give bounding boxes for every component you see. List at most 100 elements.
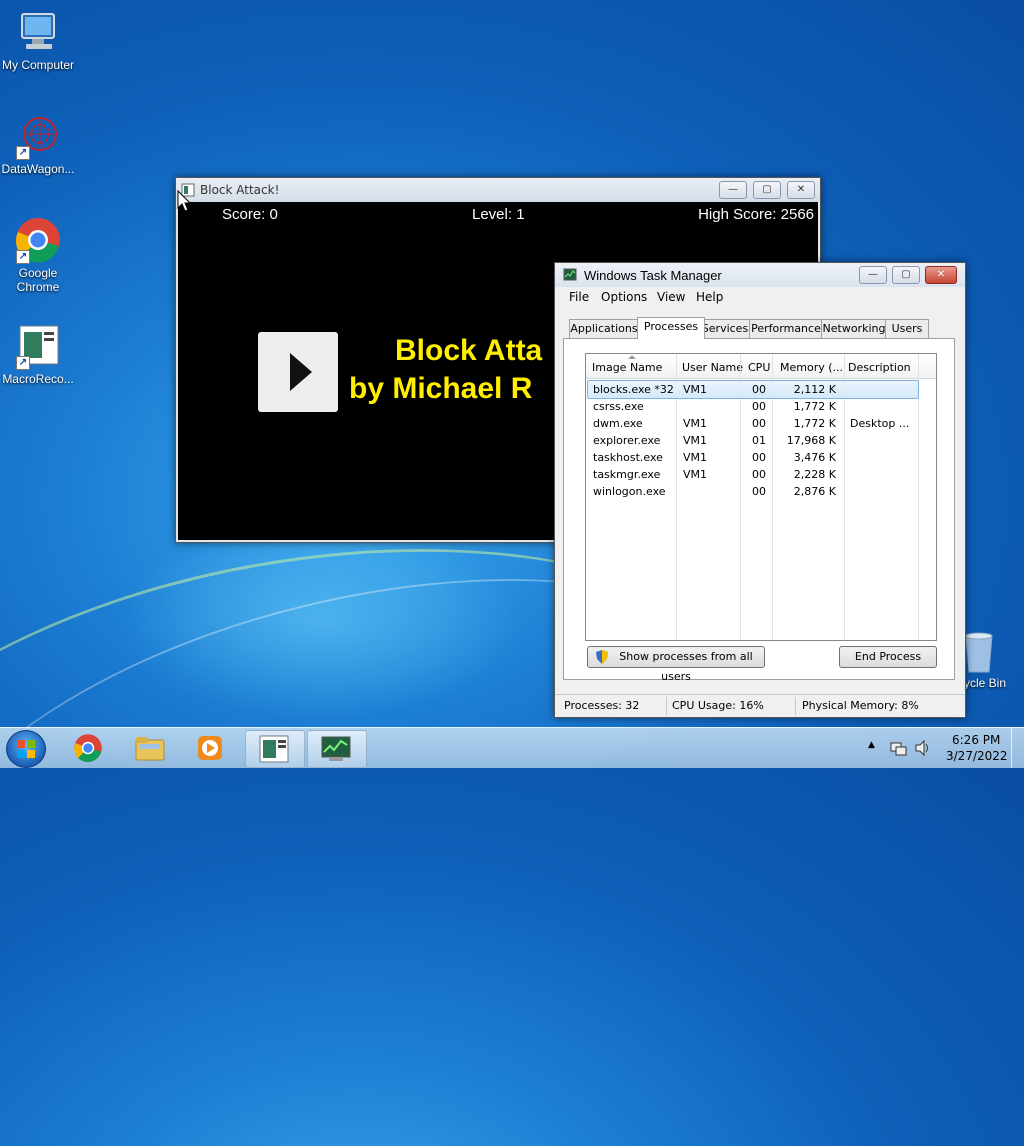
tray-expand-icon[interactable]: ▲ — [868, 740, 875, 750]
cell-user: VM1 — [683, 468, 708, 481]
close-button[interactable]: ✕ — [925, 266, 957, 284]
menu-options[interactable]: Options — [601, 290, 647, 304]
cell-image: csrss.exe — [593, 400, 644, 413]
column-image-name[interactable]: Image Name — [592, 361, 662, 374]
desktop-icon-label: MacroReco... — [2, 372, 74, 386]
block-attack-titlebar[interactable]: Block Attack! — ▢ ✕ — [176, 178, 820, 202]
cell-image: explorer.exe — [593, 434, 661, 447]
tab-processes[interactable]: Processes — [637, 317, 705, 339]
status-bar: Processes: 32 CPU Usage: 16% Physical Me… — [555, 694, 965, 717]
cell-cpu: 00 — [752, 417, 766, 430]
column-description[interactable]: Description — [848, 361, 911, 374]
end-process-button[interactable]: End Process — [839, 646, 937, 668]
game-title-line2: by Michael R — [349, 372, 533, 405]
clock-date[interactable]: 3/27/2022 — [946, 749, 1008, 763]
cell-image: taskhost.exe — [593, 451, 663, 464]
tab-applications[interactable]: Applications — [569, 319, 639, 338]
network-icon[interactable] — [890, 740, 908, 756]
clock-time[interactable]: 6:26 PM — [952, 733, 1000, 747]
cell-image: winlogon.exe — [593, 485, 666, 498]
cell-user: VM1 — [683, 451, 708, 464]
macro-recorder-icon: ↗ — [14, 322, 62, 370]
table-row[interactable]: winlogon.exe 00 2,876 K — [587, 483, 917, 500]
desktop-icon-datawagon[interactable]: ↗ DataWagon... — [0, 112, 76, 176]
maximize-button[interactable]: ▢ — [892, 266, 920, 284]
task-manager-window[interactable]: Windows Task Manager — ▢ ✕ File Options … — [554, 262, 966, 718]
cell-memory: 1,772 K — [793, 400, 836, 413]
shortcut-arrow-icon: ↗ — [16, 356, 30, 370]
status-memory: Physical Memory: 8% — [802, 699, 919, 712]
play-icon[interactable] — [258, 332, 338, 412]
cell-description: Desktop ... — [850, 417, 910, 430]
block-attack-icon — [259, 735, 289, 763]
task-manager-icon — [563, 268, 577, 281]
minimize-button[interactable]: — — [859, 266, 887, 284]
level-label: Level: 1 — [472, 206, 525, 223]
desktop-icon-label: DataWagon... — [1, 162, 75, 176]
window-title: Windows Task Manager — [584, 268, 722, 283]
taskbar-media-player[interactable] — [182, 730, 240, 766]
cell-cpu: 00 — [752, 383, 766, 396]
task-manager-titlebar[interactable]: Windows Task Manager — ▢ ✕ — [555, 263, 965, 287]
cell-cpu: 00 — [752, 451, 766, 464]
menu-file[interactable]: File — [569, 290, 589, 304]
cell-cpu: 00 — [752, 400, 766, 413]
tab-performance[interactable]: Performance — [749, 319, 823, 338]
status-processes: Processes: 32 — [564, 699, 640, 712]
taskbar-chrome[interactable] — [60, 730, 118, 766]
shortcut-arrow-icon: ↗ — [16, 250, 30, 264]
table-row[interactable]: taskmgr.exe VM1 00 2,228 K — [587, 466, 917, 483]
table-row[interactable]: explorer.exe VM1 01 17,968 K — [587, 432, 917, 449]
start-button[interactable] — [6, 730, 46, 768]
process-list-header: Image Name User Name CPU Memory (... Des… — [586, 354, 936, 379]
score-label: Score: 0 — [222, 206, 278, 223]
desktop-icon-chrome[interactable]: ↗ Google Chrome — [0, 216, 76, 294]
taskbar-block-attack[interactable] — [245, 730, 305, 768]
column-cpu[interactable]: CPU — [748, 361, 770, 374]
table-row[interactable]: csrss.exe 00 1,772 K — [587, 398, 917, 415]
close-button[interactable]: ✕ — [787, 181, 815, 199]
cell-memory: 2,112 K — [793, 383, 836, 396]
cell-cpu: 01 — [752, 434, 766, 447]
show-desktop-button[interactable] — [1011, 728, 1024, 768]
folder-icon — [135, 737, 165, 761]
desktop-icon-my-computer[interactable]: My Computer — [0, 8, 76, 72]
chrome-icon: ↗ — [14, 216, 62, 264]
recycle-bin-icon — [962, 630, 996, 674]
shortcut-arrow-icon: ↗ — [16, 146, 30, 160]
taskbar-explorer[interactable] — [122, 730, 180, 766]
cell-image: dwm.exe — [593, 417, 643, 430]
minimize-button[interactable]: — — [719, 181, 747, 199]
cell-memory: 2,228 K — [793, 468, 836, 481]
maximize-button[interactable]: ▢ — [753, 181, 781, 199]
menu-help[interactable]: Help — [696, 290, 723, 304]
cell-cpu: 00 — [752, 485, 766, 498]
tab-users[interactable]: Users — [885, 319, 929, 338]
status-separator — [666, 697, 667, 715]
table-row[interactable]: blocks.exe *32 VM1 00 2,112 K — [587, 380, 919, 399]
show-all-processes-button[interactable]: Show processes from all users — [587, 646, 765, 683]
cell-user: VM1 — [683, 383, 708, 396]
volume-icon[interactable] — [914, 740, 932, 756]
menu-view[interactable]: View — [657, 290, 685, 304]
windows-logo-icon — [17, 740, 35, 758]
uac-shield-icon — [596, 650, 608, 664]
column-user-name[interactable]: User Name — [682, 361, 743, 374]
desktop-icon-label: Google Chrome — [16, 266, 60, 294]
tab-networking[interactable]: Networking — [821, 319, 887, 338]
cell-memory: 3,476 K — [793, 451, 836, 464]
table-row[interactable]: taskhost.exe VM1 00 3,476 K — [587, 449, 917, 466]
cell-image: taskmgr.exe — [593, 468, 661, 481]
chrome-icon — [74, 734, 102, 763]
table-row[interactable]: dwm.exe VM1 00 1,772 K Desktop ... — [587, 415, 917, 432]
game-title-line1: Block Atta — [395, 334, 543, 367]
process-list[interactable]: Image Name User Name CPU Memory (... Des… — [585, 353, 937, 641]
cell-cpu: 00 — [752, 468, 766, 481]
media-player-icon — [198, 736, 222, 760]
desktop-icon-macro-recorder[interactable]: ↗ MacroReco... — [0, 322, 76, 386]
column-memory[interactable]: Memory (... — [780, 361, 843, 374]
status-cpu: CPU Usage: 16% — [672, 699, 764, 712]
tab-services[interactable]: Services — [699, 319, 751, 338]
sort-arrow-icon — [628, 355, 636, 359]
taskbar-task-manager[interactable] — [307, 730, 367, 768]
